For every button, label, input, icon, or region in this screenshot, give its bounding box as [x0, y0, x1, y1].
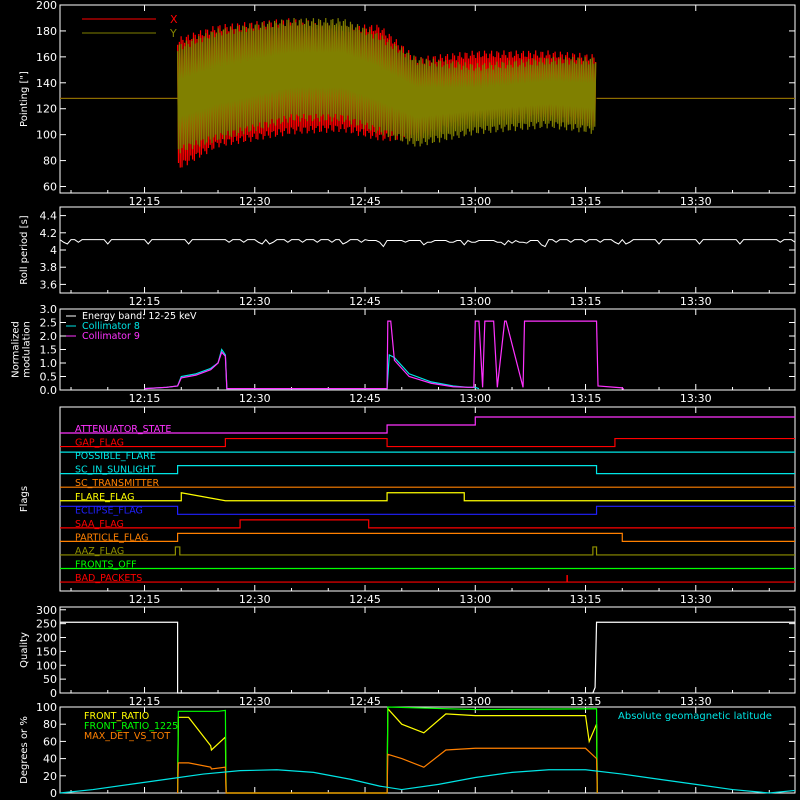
modulation-xtick-label: 12:15	[129, 392, 161, 405]
flag-line-sc-in-sunlight	[60, 465, 795, 475]
modulation-xtick-label: 12:30	[239, 392, 271, 405]
modulation-ytick-label: 2.5	[40, 317, 58, 330]
flag-line-aaz-flag	[60, 546, 795, 556]
roll-ylabel: Roll period [s]	[19, 215, 30, 284]
pointing-xtick-label: 12:45	[349, 195, 381, 208]
quality-xtick-label: 13:00	[459, 695, 491, 708]
roll-ytick-label: 4.4	[40, 210, 58, 223]
modulation-ytick-label: 2.0	[40, 330, 58, 343]
quality-ytick-label: 0	[50, 687, 57, 700]
flag-line-saa-flag	[60, 519, 795, 529]
flags-xtick-label: 12:45	[349, 593, 381, 606]
flag-line-gap-flag	[60, 437, 795, 448]
degrees-ytick-label: 60	[43, 735, 57, 748]
modulation-ytick-label: 3.0	[40, 303, 58, 316]
quality-xtick-label: 13:15	[570, 695, 602, 708]
pointing-legend-label-Y: Y	[169, 27, 177, 40]
figure-canvas: 6080100120140160180200Pointing ["]XY12:1…	[11, 0, 796, 800]
quality-ylabel: Quality	[19, 632, 30, 668]
roll-ytick-label: 3.6	[40, 278, 58, 291]
flag-line-flare-flag	[60, 492, 795, 502]
pointing-ytick-label: 180	[36, 25, 57, 38]
modulation-xtick-label: 13:00	[459, 392, 491, 405]
roll-ytick-label: 4.2	[40, 227, 58, 240]
roll-series	[59, 238, 796, 248]
pointing-xtick-label: 12:30	[239, 195, 271, 208]
quality-ytick-label: 50	[43, 673, 57, 686]
quality-xtick-label: 12:30	[239, 695, 271, 708]
pointing-legend-label-X: X	[170, 13, 178, 26]
pointing-ytick-label: 80	[43, 155, 57, 168]
roll-xtick-label: 12:15	[129, 295, 161, 308]
pointing-ylabel: Pointing ["]	[19, 71, 30, 127]
pointing-ytick-label: 60	[43, 181, 57, 194]
pointing-xtick-label: 13:00	[459, 195, 491, 208]
flag-label-eclipse-flag: ECLIPSE_FLAG	[75, 505, 143, 516]
degrees-ylabel: Degrees or %	[19, 716, 30, 784]
pointing-ytick-label: 160	[36, 51, 57, 64]
pointing-xtick-label: 13:15	[570, 195, 602, 208]
flags-xtick-label: 12:30	[239, 593, 271, 606]
quality-ytick-label: 200	[36, 632, 57, 645]
roll-xtick-label: 13:00	[459, 295, 491, 308]
degrees-ytick-label: 100	[36, 701, 57, 714]
pointing-ytick-label: 100	[36, 129, 57, 142]
flags-ylabel: Flags	[19, 486, 30, 512]
quality-ytick-label: 100	[36, 659, 57, 672]
degrees-annotation: Absolute geomagnetic latitude	[618, 711, 772, 722]
modulation-ytick-label: 0.5	[40, 371, 58, 384]
quality-ytick-label: 250	[36, 618, 57, 631]
flag-line-eclipse-flag	[60, 505, 795, 515]
quality-series	[60, 621, 795, 694]
roll-xtick-label: 12:45	[349, 295, 381, 308]
degrees-ytick-label: 20	[43, 770, 57, 783]
roll-xtick-label: 13:30	[680, 295, 712, 308]
quality-frame	[59, 606, 796, 694]
degrees-ytick-label: 80	[43, 718, 57, 731]
roll-frame	[59, 206, 796, 294]
quality-xtick-label: 13:30	[680, 695, 712, 708]
flags-xtick-label: 13:15	[570, 593, 602, 606]
flags-xtick-label: 12:15	[129, 593, 161, 606]
modulation-ytick-label: 0.0	[40, 384, 58, 397]
pointing-ytick-label: 140	[36, 77, 57, 90]
degrees-legend-label: MAX_DET_VS_TOT	[84, 731, 170, 742]
flags-xtick-label: 13:00	[459, 593, 491, 606]
pointing-xtick-label: 12:15	[129, 195, 161, 208]
degrees-ytick-label: 40	[43, 753, 57, 766]
modulation-xtick-label: 13:30	[680, 392, 712, 405]
modulation-ylabel: Normalized modulation	[11, 321, 33, 378]
roll-ytick-label: 4	[50, 244, 57, 257]
modulation-xtick-label: 12:45	[349, 392, 381, 405]
pointing-ytick-label: 200	[36, 0, 57, 12]
modulation-ylabel-line: modulation	[22, 321, 33, 378]
quality-xtick-label: 12:15	[129, 695, 161, 708]
pointing-xtick-label: 13:30	[680, 195, 712, 208]
quicklook-figure: 60 80 100 120 140 160 180 200 Pointing ["] X Y 12:1…	[0, 0, 800, 800]
degrees-ytick-label: 0	[50, 787, 57, 800]
modulation-series-Collimator-9	[144, 320, 625, 390]
quality-ytick-label: 300	[36, 604, 57, 617]
roll-ytick-label: 3.8	[40, 261, 58, 274]
modulation-ytick-label: 1.5	[40, 344, 58, 357]
quality-ytick-label: 150	[36, 645, 57, 658]
modulation-ylabel-line: Normalized	[11, 321, 22, 378]
degrees-series-absolute-geomagnetic-latitude	[59, 769, 796, 794]
roll-xtick-label: 12:30	[239, 295, 271, 308]
flag-label-possible-flare: POSSIBLE_FLARE	[75, 451, 156, 462]
flag-line-particle-flag	[60, 532, 795, 543]
roll-xtick-label: 13:15	[570, 295, 602, 308]
pointing-ytick-label: 120	[36, 103, 57, 116]
modulation-xtick-label: 13:15	[570, 392, 602, 405]
quality-xtick-label: 12:45	[349, 695, 381, 708]
modulation-ytick-label: 1.0	[40, 357, 58, 370]
flags-xtick-label: 13:30	[680, 593, 712, 606]
modulation-legend-label: Collimator 9	[82, 331, 140, 342]
